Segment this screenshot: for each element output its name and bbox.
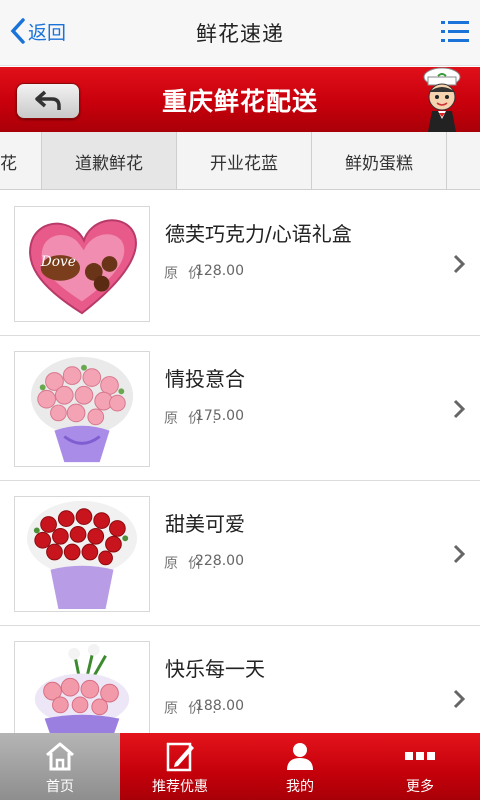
- edit-note-icon: [166, 742, 194, 772]
- tab-opening-baskets[interactable]: 开业花蓝: [177, 132, 312, 189]
- product-name: 情投意合: [165, 367, 245, 391]
- chevron-right-icon: [453, 544, 466, 564]
- product-price: 175.00: [195, 408, 244, 424]
- svg-text:Dove: Dove: [40, 254, 76, 270]
- top-nav-bar: 返回 鲜花速递: [0, 0, 480, 66]
- product-name: 德芙巧克力/心语礼盒: [165, 222, 352, 246]
- banner-title: 重庆鲜花配送: [161, 87, 318, 116]
- list-menu-icon[interactable]: [440, 18, 470, 46]
- nav-more-label: 更多: [406, 779, 434, 795]
- tab-flowers-partial[interactable]: 花: [0, 132, 42, 189]
- nav-recommended-label: 推荐优惠: [152, 779, 208, 795]
- more-dots-icon: [405, 752, 435, 760]
- tab-fresh-cream-cake[interactable]: 鲜奶蛋糕: [312, 132, 447, 189]
- chevron-right-icon: [453, 254, 466, 274]
- category-tabs: 花 道歉鲜花 开业花蓝 鲜奶蛋糕: [0, 132, 480, 190]
- nav-recommended[interactable]: 推荐优惠: [120, 733, 240, 800]
- nav-home[interactable]: 首页: [0, 733, 120, 800]
- home-icon: [46, 742, 74, 771]
- product-item[interactable]: 情投意合 原价: 175.00: [0, 336, 480, 481]
- product-image-heart-chocolate-box: Dove: [14, 206, 150, 322]
- nav-mine[interactable]: 我的: [240, 733, 360, 800]
- page-title: 鲜花速递: [196, 22, 284, 46]
- chevron-right-icon: [453, 689, 466, 709]
- product-image-pink-gerbera-bouquet: [14, 641, 150, 733]
- product-price: 188.00: [195, 698, 244, 714]
- product-item[interactable]: 快乐每一天 原价: 188.00: [0, 626, 480, 733]
- product-name: 甜美可爱: [165, 512, 245, 536]
- nav-home-label: 首页: [46, 779, 74, 795]
- chef-mascot-icon: [423, 67, 461, 132]
- nav-mine-label: 我的: [286, 779, 314, 795]
- store-banner: 重庆鲜花配送: [0, 67, 480, 132]
- nav-more[interactable]: 更多: [360, 733, 480, 800]
- product-list: Dove 德芙巧克力/心语礼盒 原价: 128.00 情投意合 原价: 175.…: [0, 191, 480, 733]
- product-name: 快乐每一天: [165, 657, 265, 681]
- product-image-red-rose-bouquet: [14, 496, 150, 612]
- product-price: 228.00: [195, 553, 244, 569]
- tab-apology-flowers[interactable]: 道歉鲜花: [42, 132, 177, 189]
- user-icon: [287, 743, 313, 770]
- product-item[interactable]: Dove 德芙巧克力/心语礼盒 原价: 128.00: [0, 191, 480, 336]
- product-item[interactable]: 甜美可爱 原价: 228.00: [0, 481, 480, 626]
- product-image-pink-rose-bouquet: [14, 351, 150, 467]
- bottom-nav-bar: 首页 推荐优惠 我的 更多: [0, 733, 480, 800]
- chevron-right-icon: [453, 399, 466, 419]
- product-price: 128.00: [195, 263, 244, 279]
